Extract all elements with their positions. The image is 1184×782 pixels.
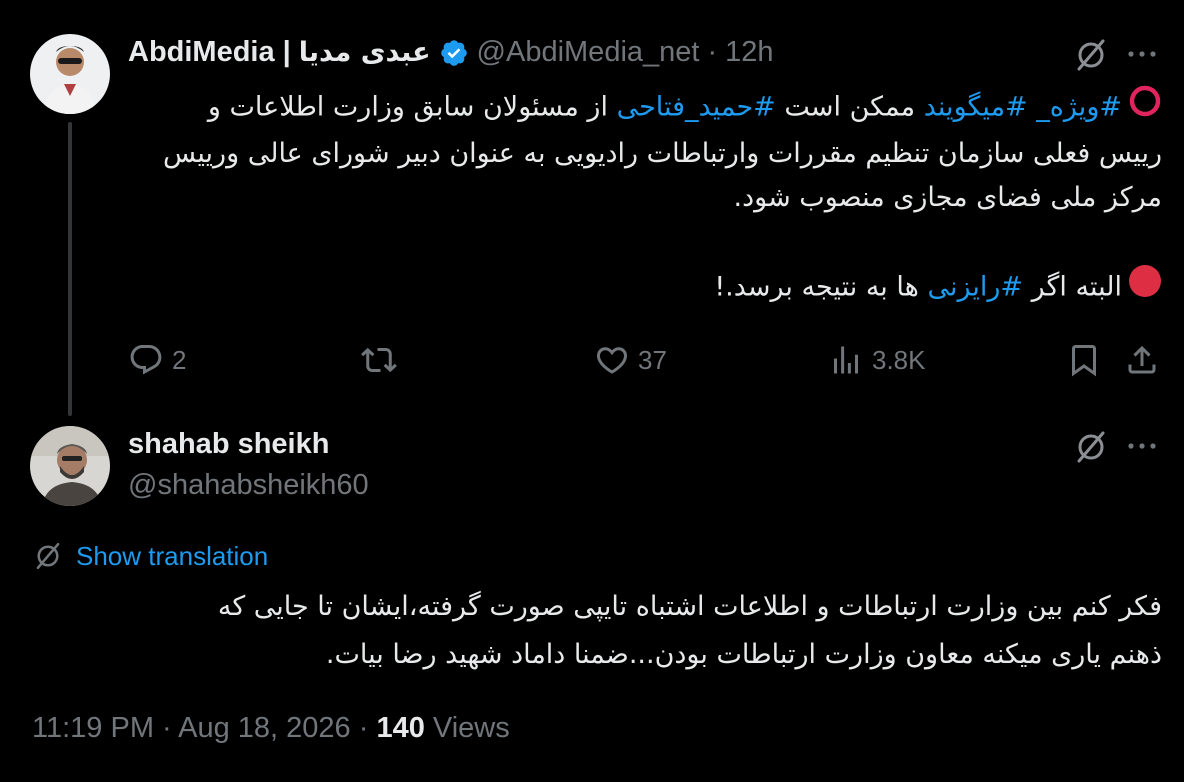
reply-display-name[interactable]: shahab sheikh (128, 428, 329, 461)
grok-icon[interactable] (1072, 36, 1110, 79)
views-total: 140 (376, 712, 425, 744)
grok-icon (36, 542, 60, 570)
reply-line-2: ذهنم یاری میکنه معاون وزارت ارتباطات بود… (325, 639, 1162, 670)
like-button[interactable]: 37 (594, 342, 667, 378)
bookmark-button[interactable] (1066, 342, 1102, 378)
red-circle-outline-icon (1128, 84, 1162, 132)
more-icon[interactable] (1124, 42, 1160, 71)
post-line-3: مرکز ملی فضای مجازی منصوب شود. (733, 182, 1162, 213)
views-icon (834, 346, 858, 374)
avatar-abdimedia[interactable] (30, 34, 110, 114)
like-count: 37 (638, 344, 667, 375)
display-name-fa[interactable]: عبدی مدیا (299, 37, 431, 68)
hashtag-migoyand[interactable]: #میگویند (924, 92, 1028, 123)
reply-line-1: فکر کنم بین وزارت ارتباطات و اطلاعات اشت… (217, 591, 1162, 622)
hashtag-hamid-fatahi[interactable]: #حمید_فتاحی (617, 92, 776, 123)
verified-badge-icon[interactable] (439, 38, 469, 68)
reply-text: فکر کنم بین وزارت ارتباطات و اطلاعات اشت… (40, 583, 1162, 679)
share-button[interactable] (1124, 342, 1160, 378)
views-button[interactable]: 3.8K (828, 342, 926, 378)
reply-button[interactable]: 2 (128, 342, 186, 378)
show-translation-label[interactable]: Show translation (76, 541, 268, 572)
reply-handle[interactable]: @shahabsheikh60 (128, 469, 369, 502)
retweet-icon (361, 347, 397, 373)
like-icon (596, 347, 628, 374)
post-text: #ویژه_ #میگویند ممکن است #حمید_فتاحی از … (140, 84, 1162, 312)
reply-icon (130, 345, 162, 375)
post-header: AbdiMedia | عبدی مدیا @AbdiMedia_net · 1… (128, 36, 774, 69)
share-icon (1128, 345, 1156, 374)
post-line-2: رییس فعلی سازمان تنظیم مقررات وارتباطات … (162, 138, 1162, 169)
post-time[interactable]: 12h (725, 36, 773, 69)
display-name-en[interactable]: AbdiMedia (128, 36, 275, 69)
post-line-4: البته اگر #رایزنی ها به نتیجه برسد.! (140, 264, 1162, 312)
post-text-segment: ممکن است (784, 91, 916, 123)
timestamp[interactable]: 11:19 PM · Aug 18, 2026 · (32, 712, 368, 744)
post-line-1: #ویژه_ #میگویند ممکن است #حمید_فتاحی از … (140, 84, 1162, 132)
views-label: Views (432, 712, 510, 744)
avatar-shahab[interactable] (30, 426, 110, 506)
post-text-segment: از مسئولان سابق وزارت اطلاعات و (207, 91, 608, 123)
views-count: 3.8K (872, 344, 926, 375)
post-text-segment: البته اگر (1031, 271, 1122, 303)
thread-line (68, 122, 72, 416)
retweet-button[interactable] (360, 342, 398, 378)
bookmark-icon (1072, 345, 1096, 377)
red-circle-icon (1128, 264, 1162, 312)
hashtag-vizheh[interactable]: #ویژه_ (1036, 92, 1122, 123)
display-name-sep: | (282, 36, 291, 68)
reply-count: 2 (172, 344, 187, 375)
more-icon[interactable] (1124, 434, 1160, 463)
post-text-segment: ها به نتیجه برسد.! (714, 271, 919, 303)
post-meta: 11:19 PM · Aug 18, 2026 · 140 Views (32, 712, 510, 745)
show-translation-link[interactable]: Show translation (32, 540, 268, 572)
grok-icon[interactable] (1072, 428, 1110, 471)
time-separator: · (707, 36, 718, 68)
post-handle[interactable]: @AbdiMedia_net (477, 36, 700, 69)
hashtag-raizani[interactable]: #رایزنی (927, 272, 1023, 303)
